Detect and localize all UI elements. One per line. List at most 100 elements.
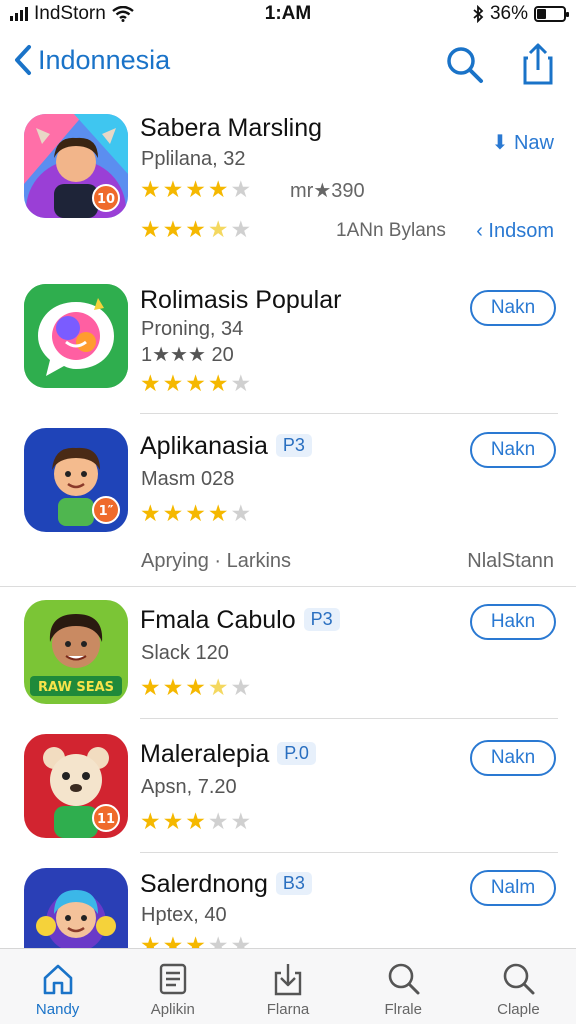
nav-title: Indonnesia (38, 44, 171, 75)
divider (0, 586, 576, 587)
star-icon: ★ (185, 674, 206, 700)
rating-count: 1★★★ 20 (141, 344, 234, 366)
home-icon (43, 964, 72, 995)
list-item[interactable]: 11 Maleralepia P.0 Apsn, 7.20 ★ ★ ★ ★ ★ Nakn (0, 730, 576, 850)
search-icon[interactable] (442, 42, 486, 86)
back-button[interactable]: Indonnesia (14, 44, 170, 76)
star-icon: ★ (207, 500, 229, 526)
star-icon: ★ (185, 370, 206, 396)
app-icon-chat (24, 284, 128, 388)
star-icon: ★ (140, 216, 161, 242)
star-icon: ★ (185, 216, 206, 242)
star-icon: ★ (140, 808, 161, 834)
get-button[interactable]: Nakn (470, 290, 556, 326)
app-name-text: Salerdnong (140, 870, 268, 898)
list-item[interactable]: 1″ Aplikanasia P3 Masm 028 ★ ★ ★ ★ ★ Nakn Apr… (0, 424, 576, 584)
star-icon: ★ (162, 674, 184, 700)
status-bar: IndStorn 1:AM 36% (0, 0, 576, 30)
app-meta: Aprying · Larkins (141, 550, 292, 572)
star-icon: ★ (185, 808, 206, 834)
status-right: 36% (472, 3, 569, 25)
tab-search-2[interactable]: Claple (461, 949, 576, 1024)
get-button[interactable]: Nalm (470, 870, 556, 906)
tab-label: Flrale (384, 1001, 422, 1018)
get-link[interactable]: ⬇ Naw (492, 130, 554, 155)
battery-icon (534, 6, 569, 22)
age-badge: B3 (275, 872, 312, 895)
app-icon-bear: 11 (24, 734, 128, 838)
star-icon: ★ (162, 216, 184, 242)
age-badge: P3 (303, 608, 340, 631)
tab-downloads[interactable]: Flarna (230, 949, 345, 1024)
star-icon: ★ (207, 370, 229, 396)
app-icon-man: RAW SEAS (24, 600, 128, 704)
app-name: Maleralepia P.0 (140, 740, 316, 769)
app-subtitle: Proning, 34 (141, 318, 244, 340)
divider (140, 718, 558, 719)
star-icon: ★ (230, 176, 252, 202)
app-name-text: Maleralepia (140, 740, 270, 768)
app-icon-badge-text: 1″ (99, 504, 114, 519)
tab-bar: Nandy Aplikin Flarna Flrale Claple (0, 948, 576, 1024)
search-icon (388, 963, 420, 995)
app-name-text: Fmala Cabulo (140, 606, 296, 634)
region-link[interactable]: ‹ Indsom (476, 220, 554, 243)
app-name: Salerdnong B3 (140, 870, 312, 899)
app-subtitle: Apsn, 7.20 (141, 776, 237, 798)
star-icon: ★ (230, 674, 252, 700)
star-icon: ★ (185, 500, 206, 526)
star-rating: ★ ★ ★ ★ ★ (140, 372, 251, 395)
app-icon-avatar: 10 (24, 114, 128, 218)
star-icon: ★ (230, 370, 252, 396)
download-icon (274, 964, 302, 996)
apps-icon (159, 963, 186, 995)
app-icon-banner-text: RAW SEAS (38, 680, 114, 695)
get-button[interactable]: Hakn (470, 604, 556, 640)
star-icon: ★ (140, 176, 161, 202)
star-icon: ★ (207, 176, 229, 202)
rating-count: mr★390 (290, 180, 365, 202)
star-rating: ★ ★ ★ ★ ★ (140, 810, 251, 833)
app-meta-right: NlalStann (467, 550, 554, 572)
star-rating: ★ ★ ★ ★ ★ (140, 502, 251, 525)
get-button[interactable]: Nakn (470, 740, 556, 776)
app-name: Aplikanasia P3 (140, 432, 312, 461)
star-icon: ★ (230, 216, 252, 242)
app-subtitle: Hptex, 40 (141, 904, 227, 926)
tab-label: Nandy (35, 1001, 80, 1018)
app-subtitle: Slack 120 (141, 642, 229, 664)
tab-apps[interactable]: Aplikin (115, 949, 230, 1024)
age-badge: P3 (275, 434, 312, 457)
app-meta: 1ANn Bylans (336, 220, 446, 241)
battery-level (537, 9, 546, 19)
list-item[interactable]: Salerdnong B3 Hptex, 40 ★ ★ ★ ★ ★ Nalm (0, 864, 576, 972)
star-icon: ★ (185, 176, 206, 202)
tab-label: Flarna (266, 1001, 310, 1018)
app-subtitle: Masm 028 (141, 468, 235, 490)
list-item[interactable]: RAW SEAS Fmala Cabulo P3 Slack 120 ★ ★ ★ ★ ★ … (0, 596, 576, 716)
get-button[interactable]: Nakn (470, 432, 556, 468)
app-icon-boy: 1″ (24, 428, 128, 532)
app-icon-badge-text: 10 (97, 192, 115, 207)
navigation-bar: Indonnesia (0, 36, 576, 96)
tab-search-1[interactable]: Flrale (346, 949, 461, 1024)
star-icon: ★ (162, 808, 184, 834)
app-icon-badge-text: 11 (97, 812, 115, 827)
chevron-left-icon (15, 45, 31, 75)
star-icon: ★ (140, 500, 161, 526)
tab-home[interactable]: Nandy (0, 949, 115, 1024)
list-item[interactable]: 10 Sabera Marsling Pplilana, 32 ★ ★ ★ ★ ★ mr… (0, 110, 576, 260)
tab-label: Claple (497, 1001, 540, 1018)
divider (140, 852, 558, 853)
star-icon: ★ (162, 176, 184, 202)
star-icon: ★ (207, 808, 229, 834)
app-name-text: Aplikanasia (140, 432, 268, 460)
divider (140, 413, 558, 414)
star-icon: ★ (162, 500, 184, 526)
list-item[interactable]: Rolimasis Popular Proning, 34 1★★★ 20 ★ ★… (0, 280, 576, 410)
search-icon (504, 963, 535, 995)
app-name: Rolimasis Popular (140, 286, 342, 314)
star-icon: ★ (162, 370, 184, 396)
star-rating-secondary: ★ ★ ★ ★ ★ (140, 218, 251, 241)
share-icon[interactable] (516, 42, 560, 86)
